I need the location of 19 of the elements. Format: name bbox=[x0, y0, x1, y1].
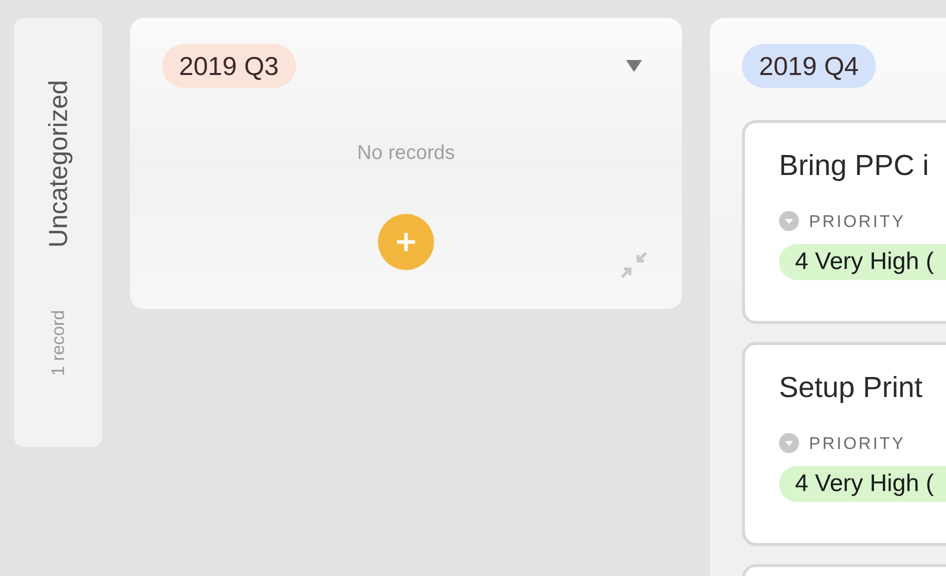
field-label: PRIORITY bbox=[809, 210, 906, 232]
caret-circle-icon bbox=[779, 433, 799, 454]
record-card[interactable]: Setup Print PRIORITY 4 Very High ( bbox=[742, 342, 946, 546]
record-count: 1 record bbox=[46, 310, 68, 376]
priority-tag: 4 Very High ( bbox=[779, 244, 946, 280]
priority-tag: 4 Very High ( bbox=[779, 466, 946, 502]
empty-message: No records bbox=[356, 141, 456, 166]
collapsed-column[interactable]: Uncategorized 1 record bbox=[14, 18, 102, 447]
card-title: Bring PPC i bbox=[779, 149, 930, 184]
card-title: Setup Print bbox=[779, 371, 924, 406]
group-tag: 2019 Q3 bbox=[162, 44, 296, 88]
dropdown-caret-icon[interactable] bbox=[626, 60, 642, 72]
collapse-icon[interactable] bbox=[620, 251, 648, 279]
caret-circle-icon bbox=[779, 211, 799, 232]
field-label: PRIORITY bbox=[809, 432, 906, 454]
group-tag: 2019 Q4 bbox=[742, 44, 876, 88]
plus-icon bbox=[396, 232, 416, 252]
record-card[interactable]: Bring PPC i PRIORITY 4 Very High ( bbox=[742, 120, 946, 324]
column-title: Uncategorized bbox=[42, 80, 74, 248]
